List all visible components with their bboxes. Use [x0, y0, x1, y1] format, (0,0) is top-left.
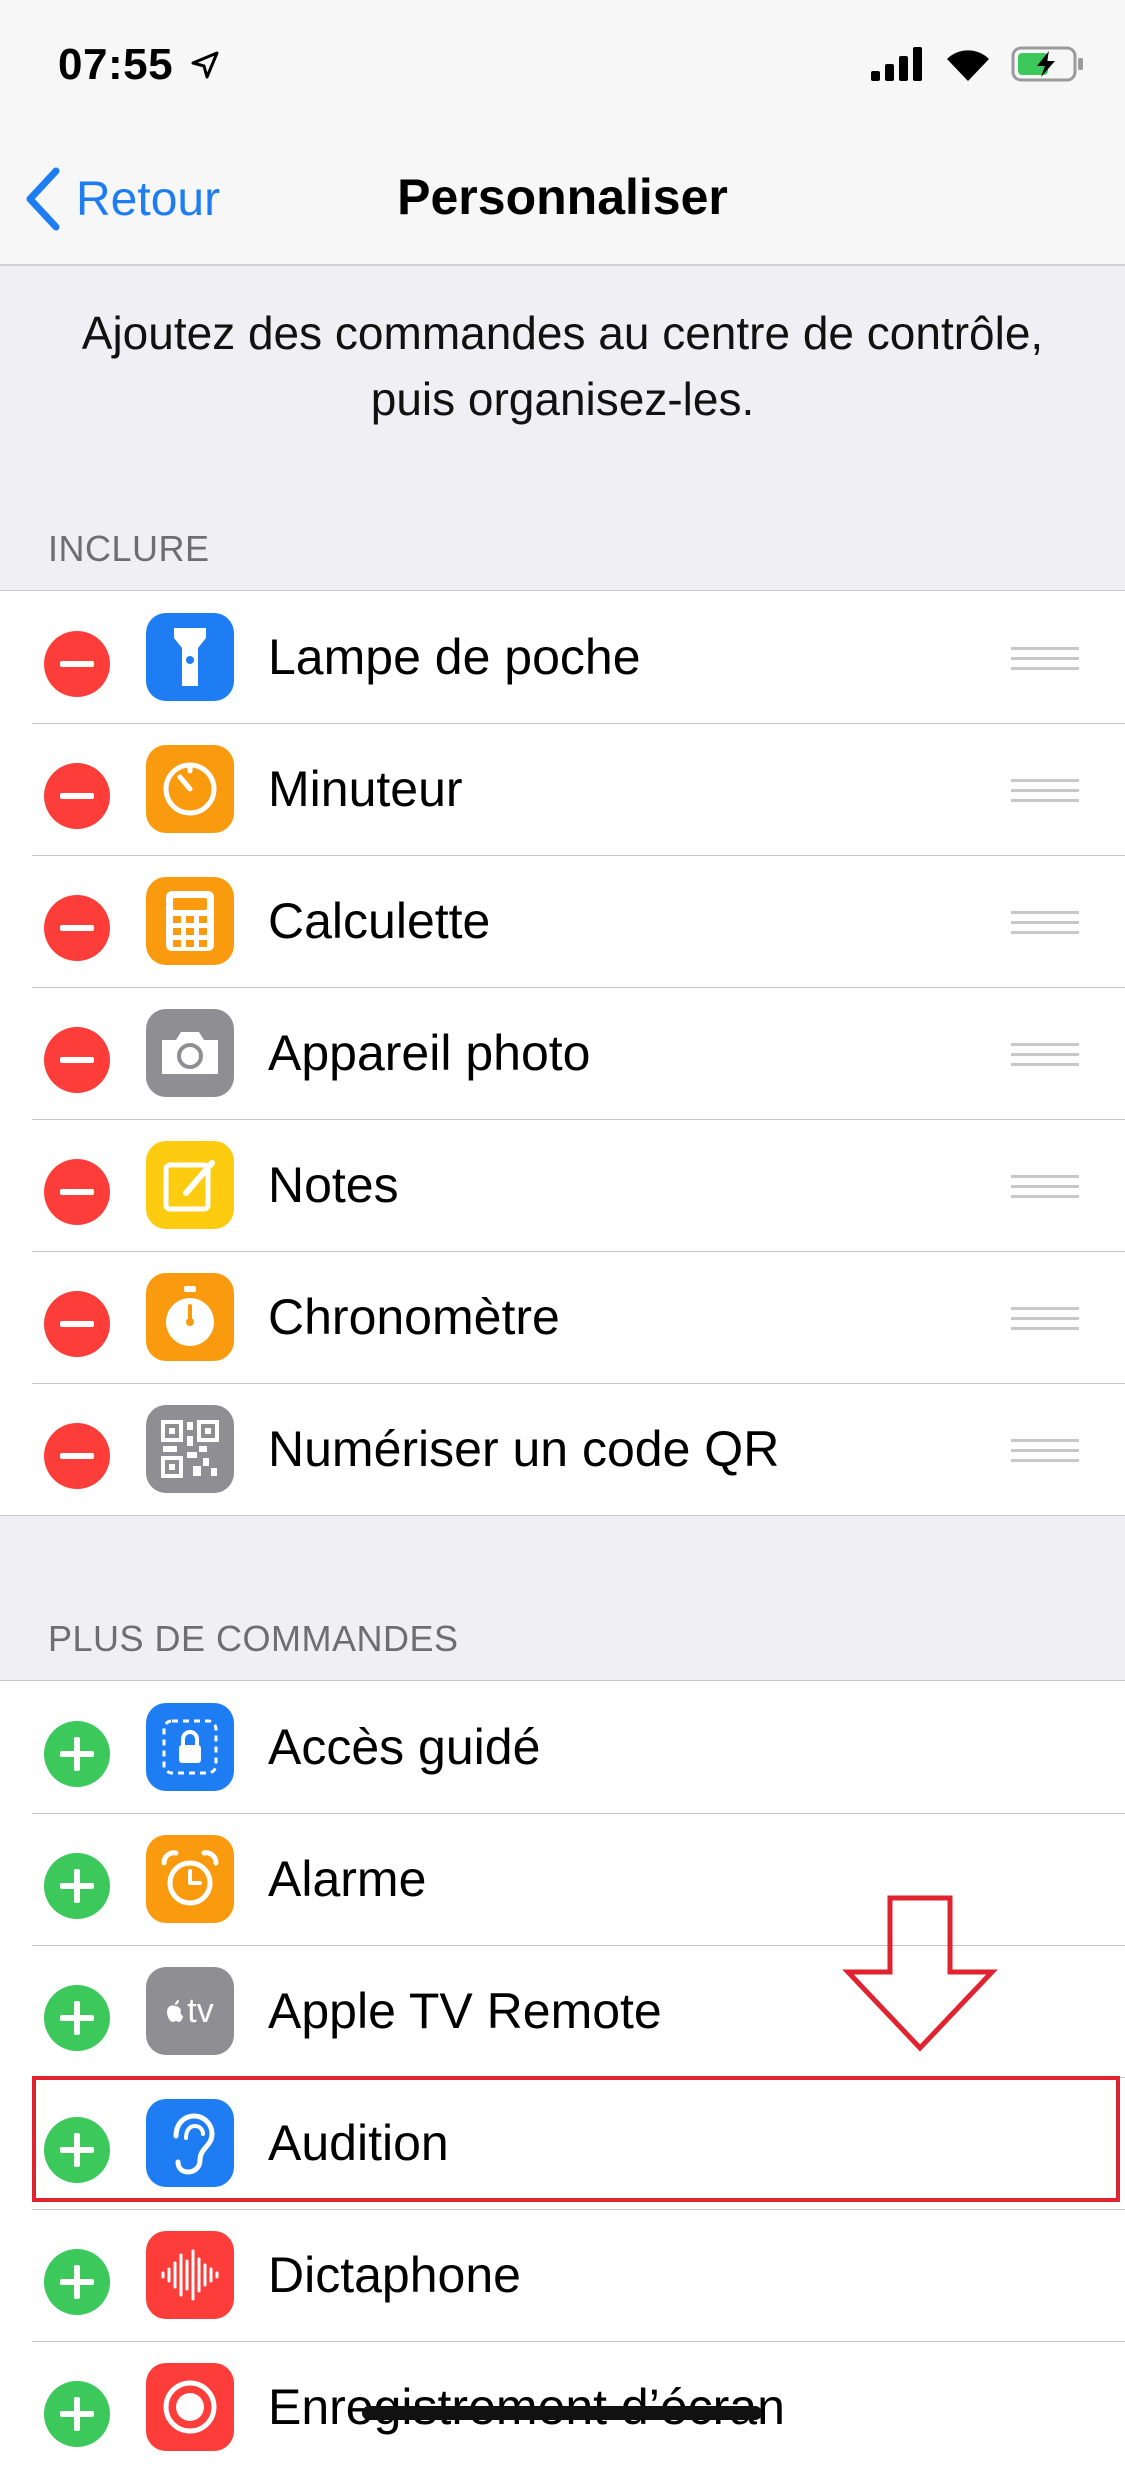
navigation-bar: Retour Personnaliser: [0, 132, 1125, 266]
apple-tv-icon: tv: [146, 1967, 234, 2055]
remove-button[interactable]: [44, 631, 110, 697]
list-item: Lampe de poche: [0, 591, 1125, 723]
list-item: Dictaphone: [0, 2209, 1125, 2341]
highlight-annotation: [32, 2076, 1120, 2202]
alarm-clock-icon: [146, 1835, 234, 1923]
reorder-handle-icon[interactable]: [1011, 1043, 1079, 1067]
section-header-include: INCLURE: [48, 528, 210, 569]
remove-button[interactable]: [44, 1159, 110, 1225]
list-item: Calculette: [0, 855, 1125, 987]
camera-icon: [146, 1009, 234, 1097]
row-label: Apple TV Remote: [268, 1983, 662, 2039]
row-label: Notes: [268, 1157, 399, 1213]
add-button[interactable]: [44, 2249, 110, 2315]
row-label: Alarme: [268, 1851, 427, 1907]
wifi-icon: [947, 50, 989, 81]
list-item: Numériser un code QR: [0, 1383, 1125, 1515]
status-time: 07:55: [58, 40, 174, 89]
include-list: Lampe de poche Minuteur Calculette Appar…: [0, 590, 1125, 1516]
reorder-handle-icon[interactable]: [1011, 647, 1079, 671]
row-label: Numériser un code QR: [268, 1421, 780, 1477]
calculator-icon: [146, 877, 234, 965]
reorder-handle-icon[interactable]: [1011, 1307, 1079, 1331]
row-label: Chronomètre: [268, 1289, 560, 1345]
add-button[interactable]: [44, 2381, 110, 2447]
list-item: Appareil photo: [0, 987, 1125, 1119]
remove-button[interactable]: [44, 1423, 110, 1489]
reorder-handle-icon[interactable]: [1011, 1439, 1079, 1463]
reorder-handle-icon[interactable]: [1011, 779, 1079, 803]
row-label: Calculette: [268, 893, 491, 949]
status-bar: 07:55: [0, 0, 1125, 132]
flashlight-icon: [146, 613, 234, 701]
list-item: Notes: [0, 1119, 1125, 1251]
remove-button[interactable]: [44, 1291, 110, 1357]
add-button[interactable]: [44, 1721, 110, 1787]
notes-icon: [146, 1141, 234, 1229]
row-label: Accès guidé: [268, 1719, 541, 1775]
list-item: Chronomètre: [0, 1251, 1125, 1383]
status-indicators: [871, 46, 1085, 82]
guided-access-icon: [146, 1703, 234, 1791]
location-arrow-icon: [191, 51, 219, 79]
add-button[interactable]: [44, 1985, 110, 2051]
battery-charging-icon: [1011, 46, 1083, 82]
list-item: Minuteur: [0, 723, 1125, 855]
cellular-signal-icon: [871, 47, 922, 81]
intro-text: Ajoutez des commandes au centre de contr…: [81, 307, 1044, 425]
reorder-handle-icon[interactable]: [1011, 911, 1079, 935]
timer-icon: [146, 745, 234, 833]
list-item: Accès guidé: [0, 1681, 1125, 1813]
row-label: Minuteur: [268, 761, 463, 817]
remove-button[interactable]: [44, 895, 110, 961]
row-label: Lampe de poche: [268, 629, 641, 685]
qr-code-icon: [146, 1405, 234, 1493]
remove-button[interactable]: [44, 763, 110, 829]
remove-button[interactable]: [44, 1027, 110, 1093]
add-button[interactable]: [44, 1853, 110, 1919]
voice-memo-icon: [146, 2231, 234, 2319]
reorder-handle-icon[interactable]: [1011, 1175, 1079, 1199]
home-indicator[interactable]: [362, 2406, 762, 2420]
row-label: Appareil photo: [268, 1025, 591, 1081]
stopwatch-icon: [146, 1273, 234, 1361]
row-label: Dictaphone: [268, 2247, 521, 2303]
apple-tv-text: tv: [187, 1991, 214, 2030]
section-header-more: PLUS DE COMMANDES: [48, 1618, 459, 1659]
screen-record-icon: [146, 2363, 234, 2451]
page-title: Personnaliser: [397, 169, 728, 225]
down-arrow-annotation: [842, 1895, 998, 2052]
